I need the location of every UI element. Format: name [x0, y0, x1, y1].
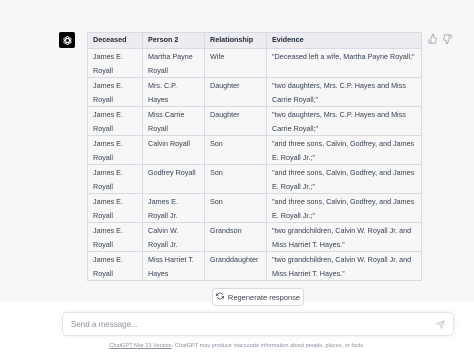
table-row: James E. Royall Godfrey Royall Son "and … [87, 164, 422, 194]
table-cell: "and three sons, Calvin, Godfrey, and Ja… [266, 193, 422, 223]
table-cell: Wife [204, 48, 267, 78]
table-cell: James E. Royall [87, 164, 143, 194]
regenerate-response-button[interactable]: Regenerate response [212, 288, 304, 306]
table-cell: James E. Royall [87, 193, 143, 223]
table-cell: James E. Royall Jr. [142, 193, 205, 223]
table-cell: Miss Carrie Royall [142, 106, 205, 136]
assistant-message: Deceased Person 2 Relationship Evidence … [0, 0, 474, 302]
table-cell: James E. Royall [87, 222, 143, 252]
table-row: James E. Royall Miss Harriet T. Hayes Gr… [87, 251, 422, 281]
table-row: James E. Royall Miss Carrie Royall Daugh… [87, 106, 422, 136]
column-header: Relationship [204, 32, 267, 49]
disclaimer-text: . ChatGPT may produce inaccurate informa… [171, 343, 365, 349]
table-cell: James E. Royall [87, 48, 143, 78]
openai-logo-icon [59, 32, 75, 48]
table-cell: Calvin Royall [142, 135, 205, 165]
table-cell: "two grandchildren, Calvin W. Royall Jr.… [266, 222, 422, 252]
table-cell: "Deceased left a wife, Martha Payne Roya… [266, 48, 422, 78]
message-input[interactable] [71, 318, 431, 331]
table-cell: Son [204, 135, 267, 165]
thumbs-up-icon[interactable] [427, 33, 438, 45]
version-link[interactable]: ChatGPT Mar 23 Version [109, 343, 171, 349]
table-cell: Mrs. C.P. Hayes [142, 77, 205, 107]
table-header-row: Deceased Person 2 Relationship Evidence [87, 32, 422, 49]
table-cell: James E. Royall [87, 77, 143, 107]
table-cell: James E. Royall [87, 251, 143, 281]
table-cell: "and three sons, Calvin, Godfrey, and Ja… [266, 164, 422, 194]
relationship-table: Deceased Person 2 Relationship Evidence … [87, 32, 422, 281]
table-row: James E. Royall James E. Royall Jr. Son … [87, 193, 422, 223]
table-cell: "two daughters, Mrs. C.P. Hayes and Miss… [266, 77, 422, 107]
table-row: James E. Royall Mrs. C.P. Hayes Daughter… [87, 77, 422, 107]
relationship-table-container: Deceased Person 2 Relationship Evidence … [87, 32, 422, 281]
column-header: Deceased [87, 32, 143, 49]
regenerate-label: Regenerate response [227, 292, 301, 302]
send-icon[interactable] [435, 319, 446, 330]
table-cell: Godfrey Royall [142, 164, 205, 194]
table-row: James E. Royall Calvin W. Royall Jr. Gra… [87, 222, 422, 252]
table-cell: Calvin W. Royall Jr. [142, 222, 205, 252]
table-cell: Miss Harriet T. Hayes [142, 251, 205, 281]
table-row: James E. Royall Calvin Royall Son "and t… [87, 135, 422, 165]
table-cell: Son [204, 193, 267, 223]
table-row: James E. Royall Martha Payne Royall Wife… [87, 48, 422, 78]
table-cell: Granddaughter [204, 251, 267, 281]
table-cell: Daughter [204, 106, 267, 136]
footer-disclaimer: ChatGPT Mar 23 Version. ChatGPT may prod… [0, 343, 474, 349]
table-cell: James E. Royall [87, 135, 143, 165]
thumbs-down-icon[interactable] [441, 33, 452, 45]
table-cell: Martha Payne Royall [142, 48, 205, 78]
column-header: Person 2 [142, 32, 205, 49]
refresh-icon [215, 292, 224, 302]
table-cell: Grandson [204, 222, 267, 252]
table-cell: "and three sons, Calvin, Godfrey, and Ja… [266, 135, 422, 165]
table-cell: James E. Royall [87, 106, 143, 136]
message-composer [62, 312, 454, 336]
table-cell: Daughter [204, 77, 267, 107]
table-cell: "two grandchildren, Calvin W. Royall Jr.… [266, 251, 422, 281]
column-header: Evidence [266, 32, 422, 49]
table-cell: "two daughters, Mrs. C.P. Hayes and Miss… [266, 106, 422, 136]
table-cell: Son [204, 164, 267, 194]
